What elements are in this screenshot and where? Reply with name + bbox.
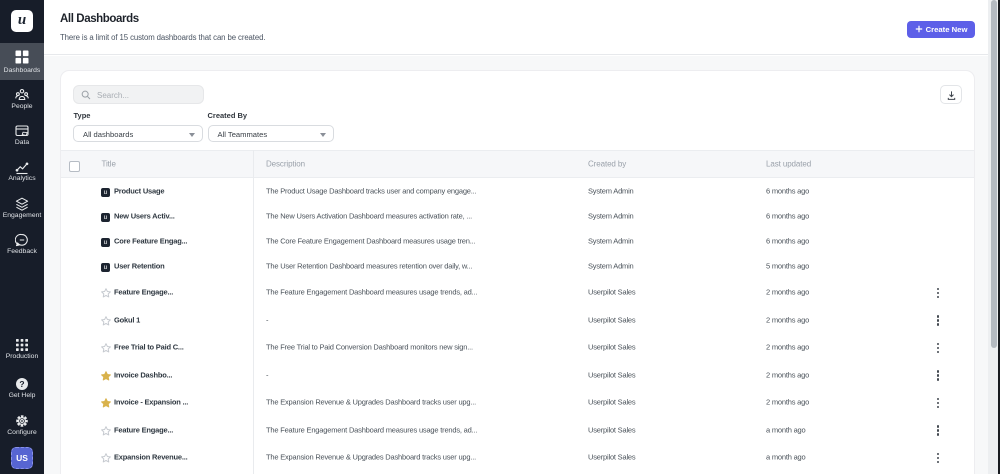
svg-text:?: ? xyxy=(19,379,24,389)
